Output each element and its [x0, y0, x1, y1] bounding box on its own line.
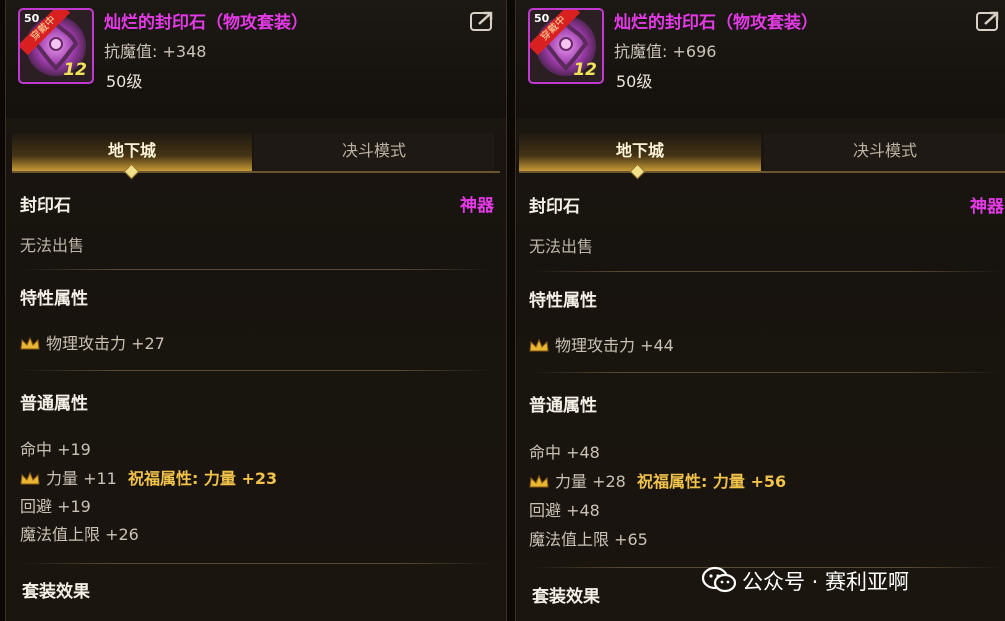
section-divider	[20, 269, 492, 270]
strength-stat: 力量 +11	[46, 469, 117, 488]
magic-resist-value: 抗魔值: +348	[104, 42, 207, 61]
wechat-icon	[702, 566, 736, 593]
watermark-text: 公众号 · 赛利亚啊	[742, 570, 910, 594]
rarity-label: 神器	[970, 197, 1004, 217]
mp-max-stat: 魔法值上限 +26	[20, 525, 139, 544]
special-attributes-title: 特性属性	[20, 289, 88, 309]
tab-pvp[interactable]: 决斗模式	[254, 133, 494, 171]
common-attributes-title: 普通属性	[20, 394, 88, 414]
item-name: 灿烂的封印石（物攻套装）	[104, 13, 308, 33]
share-icon[interactable]	[470, 10, 496, 32]
hit-stat: 命中 +19	[20, 440, 91, 459]
crown-icon	[529, 339, 549, 352]
evade-stat: 回避 +48	[529, 501, 600, 520]
section-divider	[529, 271, 1002, 272]
section-divider	[20, 370, 492, 371]
item-category: 封印石	[20, 196, 71, 216]
item-icon[interactable]: 50 穿戴中 12	[528, 8, 604, 84]
section-divider	[529, 372, 1002, 373]
crown-icon	[20, 337, 40, 350]
blessing-stat: 祝福属性: 力量 +23	[127, 469, 278, 488]
physical-attack-stat: 物理攻击力 +27	[46, 334, 165, 353]
slot-number: 50	[534, 12, 550, 25]
common-attributes-title: 普通属性	[529, 396, 597, 416]
item-tooltip-panel-right: 50 穿戴中 12 灿烂的封印石（物攻套装） 抗魔值: +696 50级 地下城…	[515, 0, 1005, 621]
special-attributes-title: 特性属性	[529, 291, 597, 311]
strength-stat-row: 力量 +11 祝福属性: 力量 +23	[20, 465, 277, 489]
magic-resist-value: 抗魔值: +696	[614, 42, 717, 61]
special-stat-row: 物理攻击力 +27	[20, 330, 165, 354]
crown-icon	[20, 472, 40, 485]
sell-status: 无法出售	[20, 236, 85, 255]
crown-icon	[529, 475, 549, 488]
item-category: 封印石	[529, 197, 580, 217]
slot-number: 50	[24, 12, 40, 25]
wechat-watermark: 公众号 · 赛利亚啊	[702, 565, 992, 595]
blessing-stat: 祝福属性: 力量 +56	[636, 472, 787, 491]
hit-stat: 命中 +48	[529, 443, 600, 462]
tab-underline	[519, 171, 1005, 173]
special-stat-row: 物理攻击力 +44	[529, 332, 674, 356]
tab-pvp[interactable]: 决斗模式	[764, 133, 1005, 171]
item-name: 灿烂的封印石（物攻套装）	[614, 13, 818, 33]
tooltip-header: 50 穿戴中 12 灿烂的封印石（物攻套装） 抗魔值: +348 50级	[6, 0, 506, 118]
tooltip-header: 50 穿戴中 12 灿烂的封印石（物攻套装） 抗魔值: +696 50级	[516, 0, 1005, 118]
mode-tabs: 地下城 决斗模式	[519, 133, 1005, 180]
share-icon[interactable]	[976, 10, 1002, 32]
set-effect-title: 套装效果	[22, 582, 90, 602]
item-icon[interactable]: 50 穿戴中 12	[18, 8, 94, 84]
mp-max-stat: 魔法值上限 +65	[529, 530, 648, 549]
physical-attack-stat: 物理攻击力 +44	[555, 336, 674, 355]
section-divider	[20, 563, 492, 564]
set-effect-title: 套装效果	[532, 587, 600, 607]
reinforce-level-badge: 12	[63, 60, 87, 80]
required-level: 50级	[616, 72, 653, 91]
strength-stat: 力量 +28	[555, 472, 626, 491]
reinforce-level-badge: 12	[573, 60, 597, 80]
evade-stat: 回避 +19	[20, 497, 91, 516]
required-level: 50级	[106, 72, 143, 91]
rarity-label: 神器	[460, 196, 494, 216]
mode-tabs: 地下城 决斗模式	[12, 133, 500, 180]
item-tooltip-panel-left: 50 穿戴中 12 灿烂的封印石（物攻套装） 抗魔值: +348 50级 地下城…	[5, 0, 507, 621]
sell-status: 无法出售	[529, 237, 594, 256]
strength-stat-row: 力量 +28 祝福属性: 力量 +56	[529, 468, 786, 492]
tab-underline	[12, 171, 500, 173]
